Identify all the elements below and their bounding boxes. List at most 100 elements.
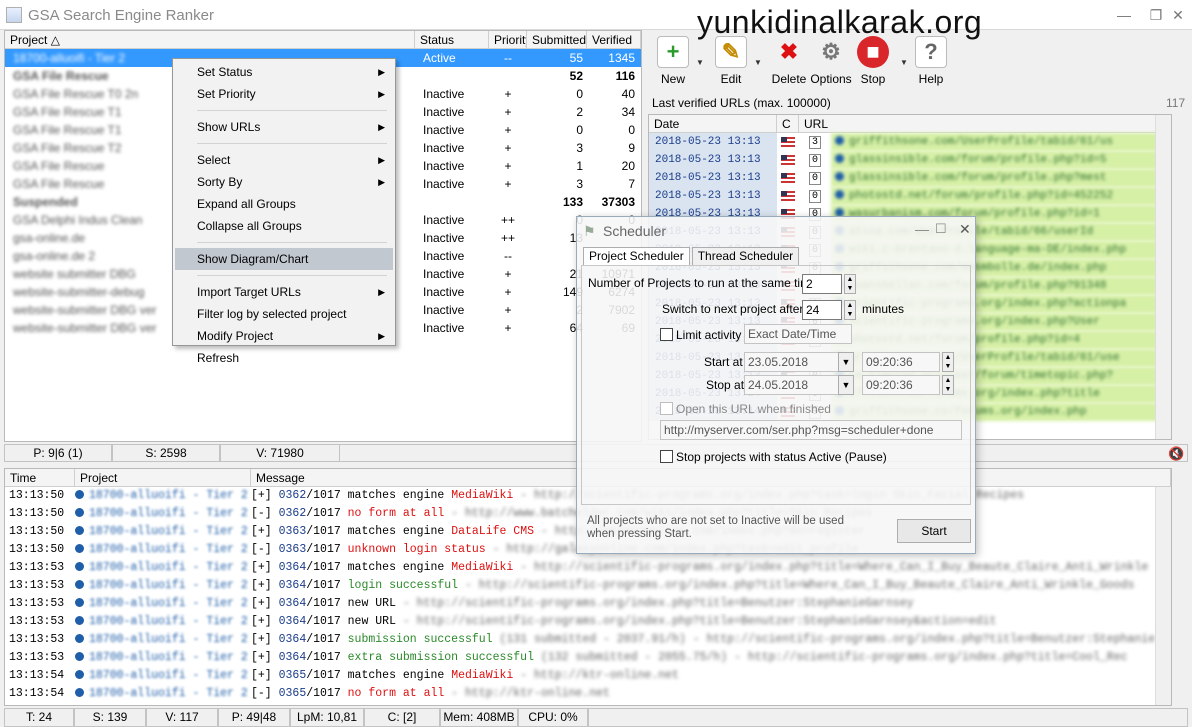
log-url: - http://scientific-programs.org/index.p… — [513, 561, 1149, 574]
log-row[interactable]: 13:13:53 18700-alluoifi - Tier 2 [+] 0364/… — [5, 577, 1171, 595]
open-url-checkbox[interactable] — [660, 402, 673, 415]
log-row[interactable]: 13:13:53 18700-alluoifi - Tier 2 [+] 0364/… — [5, 613, 1171, 631]
log-row[interactable]: 13:13:53 18700-alluoifi - Tier 2 [+] 0364/… — [5, 631, 1171, 649]
col-log-project[interactable]: Project — [75, 469, 251, 486]
url-date: 2018-05-23 13:13 — [649, 133, 777, 151]
scheduler-maximize-icon[interactable]: ☐ — [935, 221, 947, 237]
col-project[interactable]: Project △ — [5, 31, 415, 48]
edit-button[interactable]: ✎ Edit — [706, 36, 756, 86]
menu-item[interactable]: Set Priority ▶ — [175, 83, 393, 105]
project-dot-icon — [75, 544, 84, 553]
minimize-icon[interactable]: — — [1106, 0, 1142, 30]
stop-status-checkbox[interactable] — [660, 450, 673, 463]
log-message: [-] 0365/1017 no form at all - http://kt… — [251, 685, 1171, 703]
scheduler-start-button[interactable]: Start — [897, 519, 971, 543]
log-url: - http://ktr-online.net — [444, 687, 610, 700]
url-value[interactable]: glassinsible.com/forum/profile.php?id=5 — [831, 151, 1171, 169]
log-time: 13:13:53 — [9, 597, 65, 610]
col-c[interactable]: C — [777, 115, 799, 132]
stop-date-input[interactable]: 24.05.2018 — [744, 375, 840, 395]
menu-item[interactable]: Refresh — [175, 347, 393, 369]
log-row[interactable]: 13:13:54 18700-alluoifi - Tier 2 [+] 0365/… — [5, 667, 1171, 685]
new-button[interactable]: + New — [648, 36, 698, 86]
log-row[interactable]: 13:13:53 18700-alluoifi - Tier 2 [+] 0364/… — [5, 559, 1171, 577]
menu-item[interactable]: Show Diagram/Chart — [175, 248, 393, 270]
verified-url-row[interactable]: 2018-05-23 13:13 3 griffithsone.com/UserPr… — [649, 133, 1171, 151]
start-time-spinner[interactable]: ▲ ▼ — [942, 352, 954, 372]
edit-dropdown-icon[interactable]: ▼ — [754, 58, 762, 67]
num-projects-input[interactable]: 2 — [802, 274, 842, 294]
stop-button[interactable]: ■ Stop — [848, 36, 898, 86]
stop-time-input[interactable]: 09:20:36 — [862, 375, 940, 395]
switch-after-input[interactable]: 24 — [802, 300, 842, 320]
log-row[interactable]: 13:13:53 18700-alluoifi - Tier 2 [+] 0364/… — [5, 649, 1171, 667]
menu-item[interactable]: Modify Project ▶ — [175, 325, 393, 347]
speaker-mute-icon[interactable]: 🔇 — [1168, 446, 1186, 462]
menu-item[interactable]: Select ▶ — [175, 149, 393, 171]
log-message: [+] 0364/1017 new URL - http://scientifi… — [251, 613, 1171, 631]
log-project-name: 18700-alluoifi - Tier 2 — [89, 651, 248, 664]
stop-time-spinner[interactable]: ▲ ▼ — [942, 375, 954, 395]
scheduler-minimize-icon[interactable]: — — [915, 221, 929, 237]
verified-url-row[interactable]: 2018-05-23 13:13 0 photostd.net/forum/prof… — [649, 187, 1171, 205]
log-row[interactable]: 13:13:53 18700-alluoifi - Tier 2 [+] 0364/… — [5, 595, 1171, 613]
col-verified[interactable]: Verified — [587, 31, 641, 48]
menu-item[interactable]: Collapse all Groups — [175, 215, 393, 237]
menu-item[interactable]: Expand all Groups — [175, 193, 393, 215]
project-priority: + — [504, 87, 512, 101]
log-project-name: 18700-alluoifi - Tier 2 — [89, 525, 248, 538]
project-dot-icon — [75, 634, 84, 643]
bottom-status-bar: T: 24 S: 139 V: 117 P: 49|48 LpM: 10,81 … — [4, 708, 1188, 727]
log-tag: [-] — [251, 507, 272, 520]
limit-mode-select[interactable]: Exact Date/Time — [744, 324, 852, 344]
col-submitted[interactable]: Submitted — [527, 31, 587, 48]
tab-project-scheduler[interactable]: Project Scheduler — [583, 247, 690, 265]
project-status: Inactive — [423, 303, 465, 317]
switch-after-spinner[interactable]: ▲ ▼ — [844, 300, 856, 320]
start-date-input[interactable]: 23.05.2018 — [744, 352, 840, 372]
menu-item[interactable]: Import Target URLs ▶ — [175, 281, 393, 303]
tab-thread-scheduler[interactable]: Thread Scheduler — [691, 247, 800, 265]
menu-item[interactable]: Set Status ▶ — [175, 61, 393, 83]
start-date-dropdown-icon[interactable]: ▼ — [838, 352, 854, 372]
log-index: 0362 — [278, 489, 307, 502]
log-index: 0363 — [278, 543, 307, 556]
num-projects-spinner[interactable]: ▲ ▼ — [844, 274, 856, 294]
app-icon — [6, 7, 22, 23]
new-dropdown-icon[interactable]: ▼ — [696, 58, 704, 67]
gear-icon: ⚙ — [821, 39, 841, 64]
col-status[interactable]: Status — [415, 31, 489, 48]
col-priority[interactable]: Priority — [489, 31, 527, 48]
verified-scrollbar[interactable] — [1155, 115, 1171, 439]
scheduler-close-icon[interactable]: ✕ — [959, 221, 971, 238]
menu-item[interactable]: Filter log by selected project — [175, 303, 393, 325]
log-tag: [+] — [251, 615, 272, 628]
start-time-input[interactable]: 09:20:36 — [862, 352, 940, 372]
help-button[interactable]: ? Help — [906, 36, 956, 86]
menu-item[interactable]: Sorty By ▶ — [175, 171, 393, 193]
url-value[interactable]: photostd.net/forum/profile.php?id=452252 — [831, 187, 1171, 205]
log-row[interactable]: 13:13:54 18700-alluoifi - Tier 2 [-] 0365/… — [5, 685, 1171, 703]
col-time[interactable]: Time — [5, 469, 75, 486]
menu-item-label: Set Priority — [197, 87, 256, 101]
menu-item[interactable]: Show URLs ▶ — [175, 116, 393, 138]
open-url-input[interactable]: http://myserver.com/ser.php?msg=schedule… — [660, 420, 962, 440]
url-value[interactable]: griffithsone.com/UserProfile/tabid/61/us — [831, 133, 1171, 151]
project-submitted: 3 — [576, 177, 583, 191]
close-icon[interactable]: ✕ — [1160, 0, 1192, 30]
project-status: Inactive — [423, 87, 465, 101]
verified-url-row[interactable]: 2018-05-23 13:13 0 glassinsible.com/forum/… — [649, 151, 1171, 169]
project-verified: 20 — [621, 159, 635, 173]
project-priority: + — [504, 303, 512, 317]
status-p: P: 49|48 — [218, 708, 290, 727]
stop-date-dropdown-icon[interactable]: ▼ — [838, 375, 854, 395]
log-text: matches engine — [347, 525, 445, 538]
limit-activity-checkbox[interactable] — [660, 328, 673, 341]
url-value[interactable]: glassinsible.com/forum/profile.php?mest — [831, 169, 1171, 187]
log-scrollbar[interactable] — [1155, 487, 1171, 705]
log-project-name: 18700-alluoifi - Tier 2 — [89, 489, 248, 502]
col-url[interactable]: URL — [799, 115, 1159, 132]
verified-url-row[interactable]: 2018-05-23 13:13 0 glassinsible.com/forum/… — [649, 169, 1171, 187]
log-index: 0362 — [278, 507, 307, 520]
col-date[interactable]: Date — [649, 115, 777, 132]
